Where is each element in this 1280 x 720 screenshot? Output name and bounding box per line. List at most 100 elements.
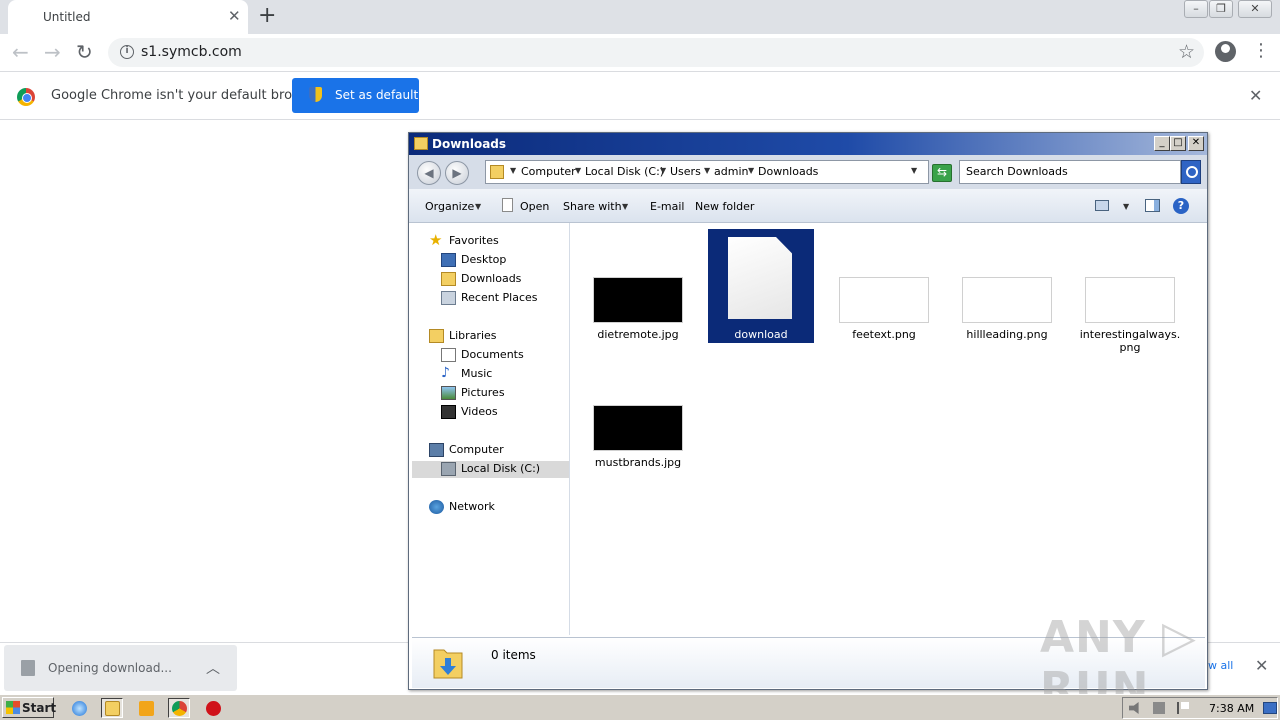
nav-local-disk[interactable]: Local Disk (C:) xyxy=(412,461,569,478)
account-icon[interactable] xyxy=(1215,41,1236,62)
new-tab-button[interactable]: + xyxy=(258,4,276,28)
image-thumbnail xyxy=(593,277,683,323)
libraries-icon xyxy=(429,329,444,343)
explorer-address-row: ◀ ▶ ▼ Computer ▼ Local Disk (C:) ▼ Users… xyxy=(409,155,1207,189)
explorer-search-input[interactable]: Search Downloads xyxy=(959,160,1181,184)
file-item[interactable]: mustbrands.jpg xyxy=(585,357,691,471)
file-item[interactable]: interestingalways.png xyxy=(1077,229,1183,359)
breadcrumb-downloads[interactable]: Downloads xyxy=(758,165,818,178)
email-button[interactable]: E-mail xyxy=(650,200,685,213)
explorer-taskbar-icon[interactable] xyxy=(101,698,123,718)
set-as-default-button[interactable]: Set as default xyxy=(292,78,419,113)
file-item[interactable]: dietremote.jpg xyxy=(585,229,691,343)
explorer-address-bar[interactable]: ▼ Computer ▼ Local Disk (C:) ▼ Users ▼ a… xyxy=(485,160,929,184)
image-thumbnail xyxy=(839,277,929,323)
opera-icon[interactable] xyxy=(202,698,224,718)
media-player-icon[interactable] xyxy=(135,698,157,718)
search-icon[interactable] xyxy=(1181,160,1201,184)
network-tray-icon[interactable] xyxy=(1153,702,1165,714)
change-view-icon[interactable] xyxy=(1095,200,1109,211)
recent-places-icon xyxy=(441,291,456,305)
start-button[interactable]: Start xyxy=(2,697,56,718)
explorer-command-bar: Organize ▼ Open Share with ▼ E-mail New … xyxy=(409,189,1207,223)
site-info-icon[interactable]: i xyxy=(120,45,134,59)
uac-shield-icon xyxy=(309,87,322,102)
view-caret-icon[interactable]: ▼ xyxy=(1123,202,1129,211)
explorer-back-icon[interactable]: ◀ xyxy=(417,161,441,185)
default-browser-infobar: Google Chrome isn't your default browser… xyxy=(0,71,1280,120)
clock[interactable]: 7:38 AM xyxy=(1209,702,1254,715)
window-close-button[interactable]: ✕ xyxy=(1238,0,1272,18)
file-name: mustbrands.jpg xyxy=(594,456,682,469)
explorer-maximize-button[interactable]: □ xyxy=(1170,136,1186,151)
chevron-up-icon[interactable]: ︿ xyxy=(206,658,220,678)
breadcrumb-admin[interactable]: admin xyxy=(714,165,748,178)
explorer-titlebar[interactable]: Downloads _ □ ✕ xyxy=(409,133,1207,155)
breadcrumb-arrow-icon[interactable]: ▼ xyxy=(748,166,754,175)
tab-title: Untitled xyxy=(43,10,91,24)
chrome-taskbar-icon[interactable] xyxy=(168,698,190,718)
preview-pane-icon[interactable] xyxy=(1145,199,1160,212)
generic-document-icon xyxy=(728,237,792,319)
explorer-window: Downloads _ □ ✕ ◀ ▶ ▼ Computer ▼ Local D… xyxy=(408,132,1208,690)
file-item-selected[interactable]: download xyxy=(708,229,814,343)
file-icon xyxy=(21,660,35,676)
breadcrumb-arrow-icon[interactable]: ▼ xyxy=(704,166,710,175)
music-icon: ♪ xyxy=(441,365,450,381)
browser-tab[interactable]: Untitled ✕ xyxy=(8,0,248,34)
download-item[interactable]: Opening download... ︿ xyxy=(4,645,237,691)
infobar-close-icon[interactable]: ✕ xyxy=(1249,86,1262,105)
organize-caret-icon[interactable]: ▼ xyxy=(475,202,481,211)
breadcrumb-arrow-icon[interactable]: ▼ xyxy=(660,166,666,175)
file-name: hillleading.png xyxy=(966,328,1048,341)
explorer-title: Downloads xyxy=(432,137,507,151)
file-name: interestingalways.png xyxy=(1079,328,1181,354)
internet-explorer-icon[interactable] xyxy=(68,698,90,718)
flag-icon[interactable] xyxy=(1177,702,1189,714)
network-icon xyxy=(429,500,444,514)
window-restore-button[interactable]: ❐ xyxy=(1209,0,1233,18)
location-folder-icon xyxy=(490,165,504,179)
address-bar[interactable]: i s1.symcb.com ☆ xyxy=(108,38,1204,67)
organize-button[interactable]: Organize xyxy=(425,200,474,213)
share-with-button[interactable]: Share with xyxy=(563,200,622,213)
image-thumbnail xyxy=(1085,277,1175,323)
bookmark-star-icon[interactable]: ☆ xyxy=(1178,41,1195,63)
open-button[interactable]: Open xyxy=(520,200,549,213)
image-thumbnail xyxy=(962,277,1052,323)
chrome-menu-icon[interactable]: ⋮ xyxy=(1252,40,1270,62)
open-file-icon xyxy=(502,198,513,212)
window-minimize-button[interactable]: – xyxy=(1184,0,1208,18)
forward-arrow-icon[interactable]: → xyxy=(44,41,61,63)
pictures-icon xyxy=(441,386,456,400)
set-as-default-label: Set as default xyxy=(335,88,419,102)
explorer-minimize-button[interactable]: _ xyxy=(1154,136,1170,151)
tab-close-icon[interactable]: ✕ xyxy=(228,8,241,24)
new-folder-button[interactable]: New folder xyxy=(695,200,754,213)
breadcrumb-users[interactable]: Users xyxy=(670,165,701,178)
file-item[interactable]: feetext.png xyxy=(831,229,937,343)
breadcrumb-local-disk[interactable]: Local Disk (C:) xyxy=(585,165,664,178)
computer-icon xyxy=(429,443,444,457)
file-item[interactable]: hillleading.png xyxy=(954,229,1060,343)
breadcrumb-arrow-icon[interactable]: ▼ xyxy=(575,166,581,175)
file-name: dietremote.jpg xyxy=(597,328,679,341)
back-arrow-icon[interactable]: ← xyxy=(12,41,29,63)
show-desktop-icon[interactable] xyxy=(1263,702,1277,714)
explorer-close-button[interactable]: ✕ xyxy=(1188,136,1204,151)
breadcrumb-computer[interactable]: Computer xyxy=(521,165,576,178)
breadcrumb-arrow-icon[interactable]: ▼ xyxy=(510,166,516,175)
explorer-forward-icon[interactable]: ▶ xyxy=(445,161,469,185)
item-count: 0 items xyxy=(491,648,536,662)
refresh-icon[interactable]: ⇆ xyxy=(932,164,952,182)
star-icon: ★ xyxy=(429,231,443,249)
address-dropdown-icon[interactable]: ▼ xyxy=(911,166,917,175)
share-caret-icon[interactable]: ▼ xyxy=(622,202,628,211)
videos-icon xyxy=(441,405,456,419)
image-thumbnail xyxy=(593,405,683,451)
reload-icon[interactable]: ↻ xyxy=(76,41,93,63)
url-text[interactable]: s1.symcb.com xyxy=(141,44,242,60)
help-icon[interactable]: ? xyxy=(1173,198,1189,214)
volume-icon[interactable] xyxy=(1129,702,1139,714)
chrome-logo-icon xyxy=(17,88,35,106)
